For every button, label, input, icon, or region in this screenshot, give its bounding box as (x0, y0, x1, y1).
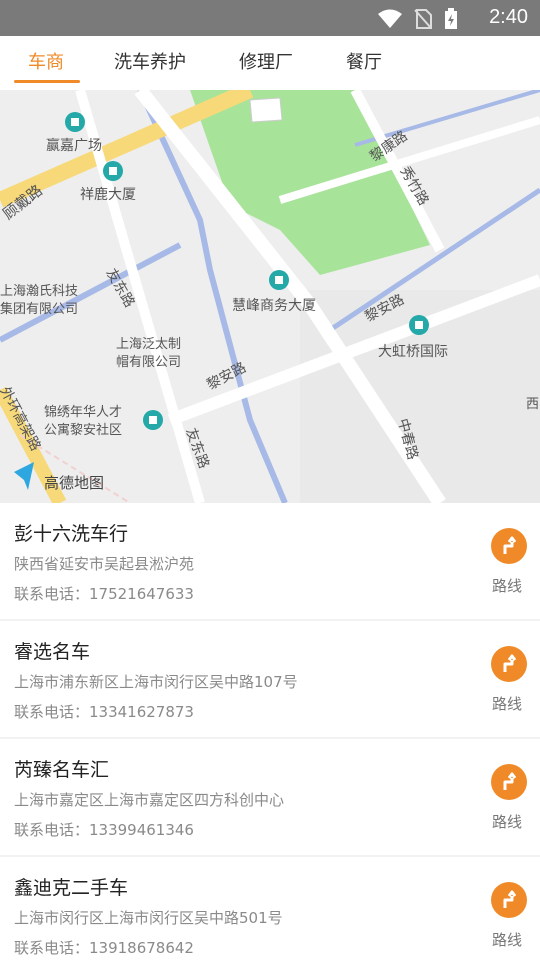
dealer-phone: 联系电话：13918678642 (14, 939, 194, 957)
route-icon (491, 764, 527, 800)
dealer-phone: 联系电话：17521647633 (14, 585, 194, 603)
map-label-jinxiu-1: 锦绣年华人才 (44, 405, 122, 420)
route-button[interactable]: 路线 (490, 525, 530, 605)
map-label-fantai-1: 上海泛太制 (116, 337, 181, 352)
route-button[interactable]: 路线 (490, 643, 530, 723)
dealer-address: 上海市闵行区上海市闵行区吴中路501号 (14, 909, 283, 927)
dealer-card[interactable]: 芮臻名车汇 上海市嘉定区上海市嘉定区四方科创中心 联系电话：1339946134… (0, 739, 540, 855)
map-label-dahongqiao: 大虹桥国际 (378, 344, 448, 360)
dealer-name: 鑫迪克二手车 (14, 877, 129, 899)
dealer-phone: 联系电话：13341627873 (14, 703, 194, 721)
map-label-xianglu: 祥鹿大厦 (80, 186, 136, 203)
tab-dealers[interactable]: 车商 (28, 48, 64, 74)
dealer-list: 彭十六洗车行 陕西省延安市吴起县淞沪苑 联系电话：17521647633 路线 … (0, 503, 540, 960)
route-icon (491, 646, 527, 682)
tab-restaurant[interactable]: 餐厅 (346, 48, 382, 74)
dealer-phone: 联系电话：13399461346 (14, 821, 194, 839)
map-logo-text: 高德地图 (44, 474, 104, 492)
map-label-huifeng: 慧峰商务大厦 (232, 298, 316, 314)
map-label-yingjia: 赢嘉广场 (46, 137, 102, 154)
tab-car-wash[interactable]: 洗车养护 (114, 48, 186, 74)
tab-repair-shop[interactable]: 修理厂 (239, 48, 293, 74)
map-label-jinxiu-2: 公寓黎安社区 (44, 422, 122, 438)
route-label: 路线 (492, 931, 523, 949)
route-button[interactable]: 路线 (490, 761, 530, 841)
map-label-hanshi-2: 集团有限公司 (0, 301, 78, 317)
map-view[interactable]: 赢嘉广场 祥鹿大厦 顾戴路 黎康路 秀竹路 上海瀚氏科技 集团有限公司 友东路 … (0, 90, 540, 503)
dealer-address: 上海市嘉定区上海市嘉定区四方科创中心 (14, 791, 285, 809)
route-label: 路线 (492, 695, 523, 713)
map-label-fantai-2: 帽有限公司 (116, 354, 181, 370)
map-label-hanshi-1: 上海瀚氏科技 (0, 284, 78, 299)
dealer-card[interactable]: 鑫迪克二手车 上海市闵行区上海市闵行区吴中路501号 联系电话：13918678… (0, 857, 540, 960)
status-bar: 2:40 (0, 0, 540, 36)
map-canvas: 赢嘉广场 祥鹿大厦 顾戴路 黎康路 秀竹路 上海瀚氏科技 集团有限公司 友东路 … (0, 90, 540, 503)
route-icon (491, 882, 527, 918)
route-label: 路线 (492, 577, 523, 595)
dealer-card[interactable]: 彭十六洗车行 陕西省延安市吴起县淞沪苑 联系电话：17521647633 路线 (0, 503, 540, 619)
route-button[interactable]: 路线 (490, 879, 530, 959)
dealer-card[interactable]: 睿选名车 上海市浦东新区上海市闵行区吴中路107号 联系电话：133416278… (0, 621, 540, 737)
dealer-address: 陕西省延安市吴起县淞沪苑 (14, 555, 195, 573)
dealer-name: 睿选名车 (14, 641, 91, 663)
category-tabs: 车商 洗车养护 修理厂 餐厅 (0, 36, 540, 90)
tab-active-indicator (14, 80, 80, 83)
status-time: 2:40 (489, 6, 528, 28)
dealer-name: 彭十六洗车行 (14, 523, 129, 545)
dealer-address: 上海市浦东新区上海市闵行区吴中路107号 (14, 673, 298, 691)
dealer-name: 芮臻名车汇 (14, 759, 110, 781)
route-icon (491, 528, 527, 564)
route-label: 路线 (492, 813, 523, 831)
no-sim-icon (414, 9, 432, 29)
status-icons (378, 8, 458, 30)
battery-charging-icon (445, 8, 457, 29)
map-label-xi: 西 (526, 397, 539, 412)
wifi-icon (378, 9, 402, 28)
